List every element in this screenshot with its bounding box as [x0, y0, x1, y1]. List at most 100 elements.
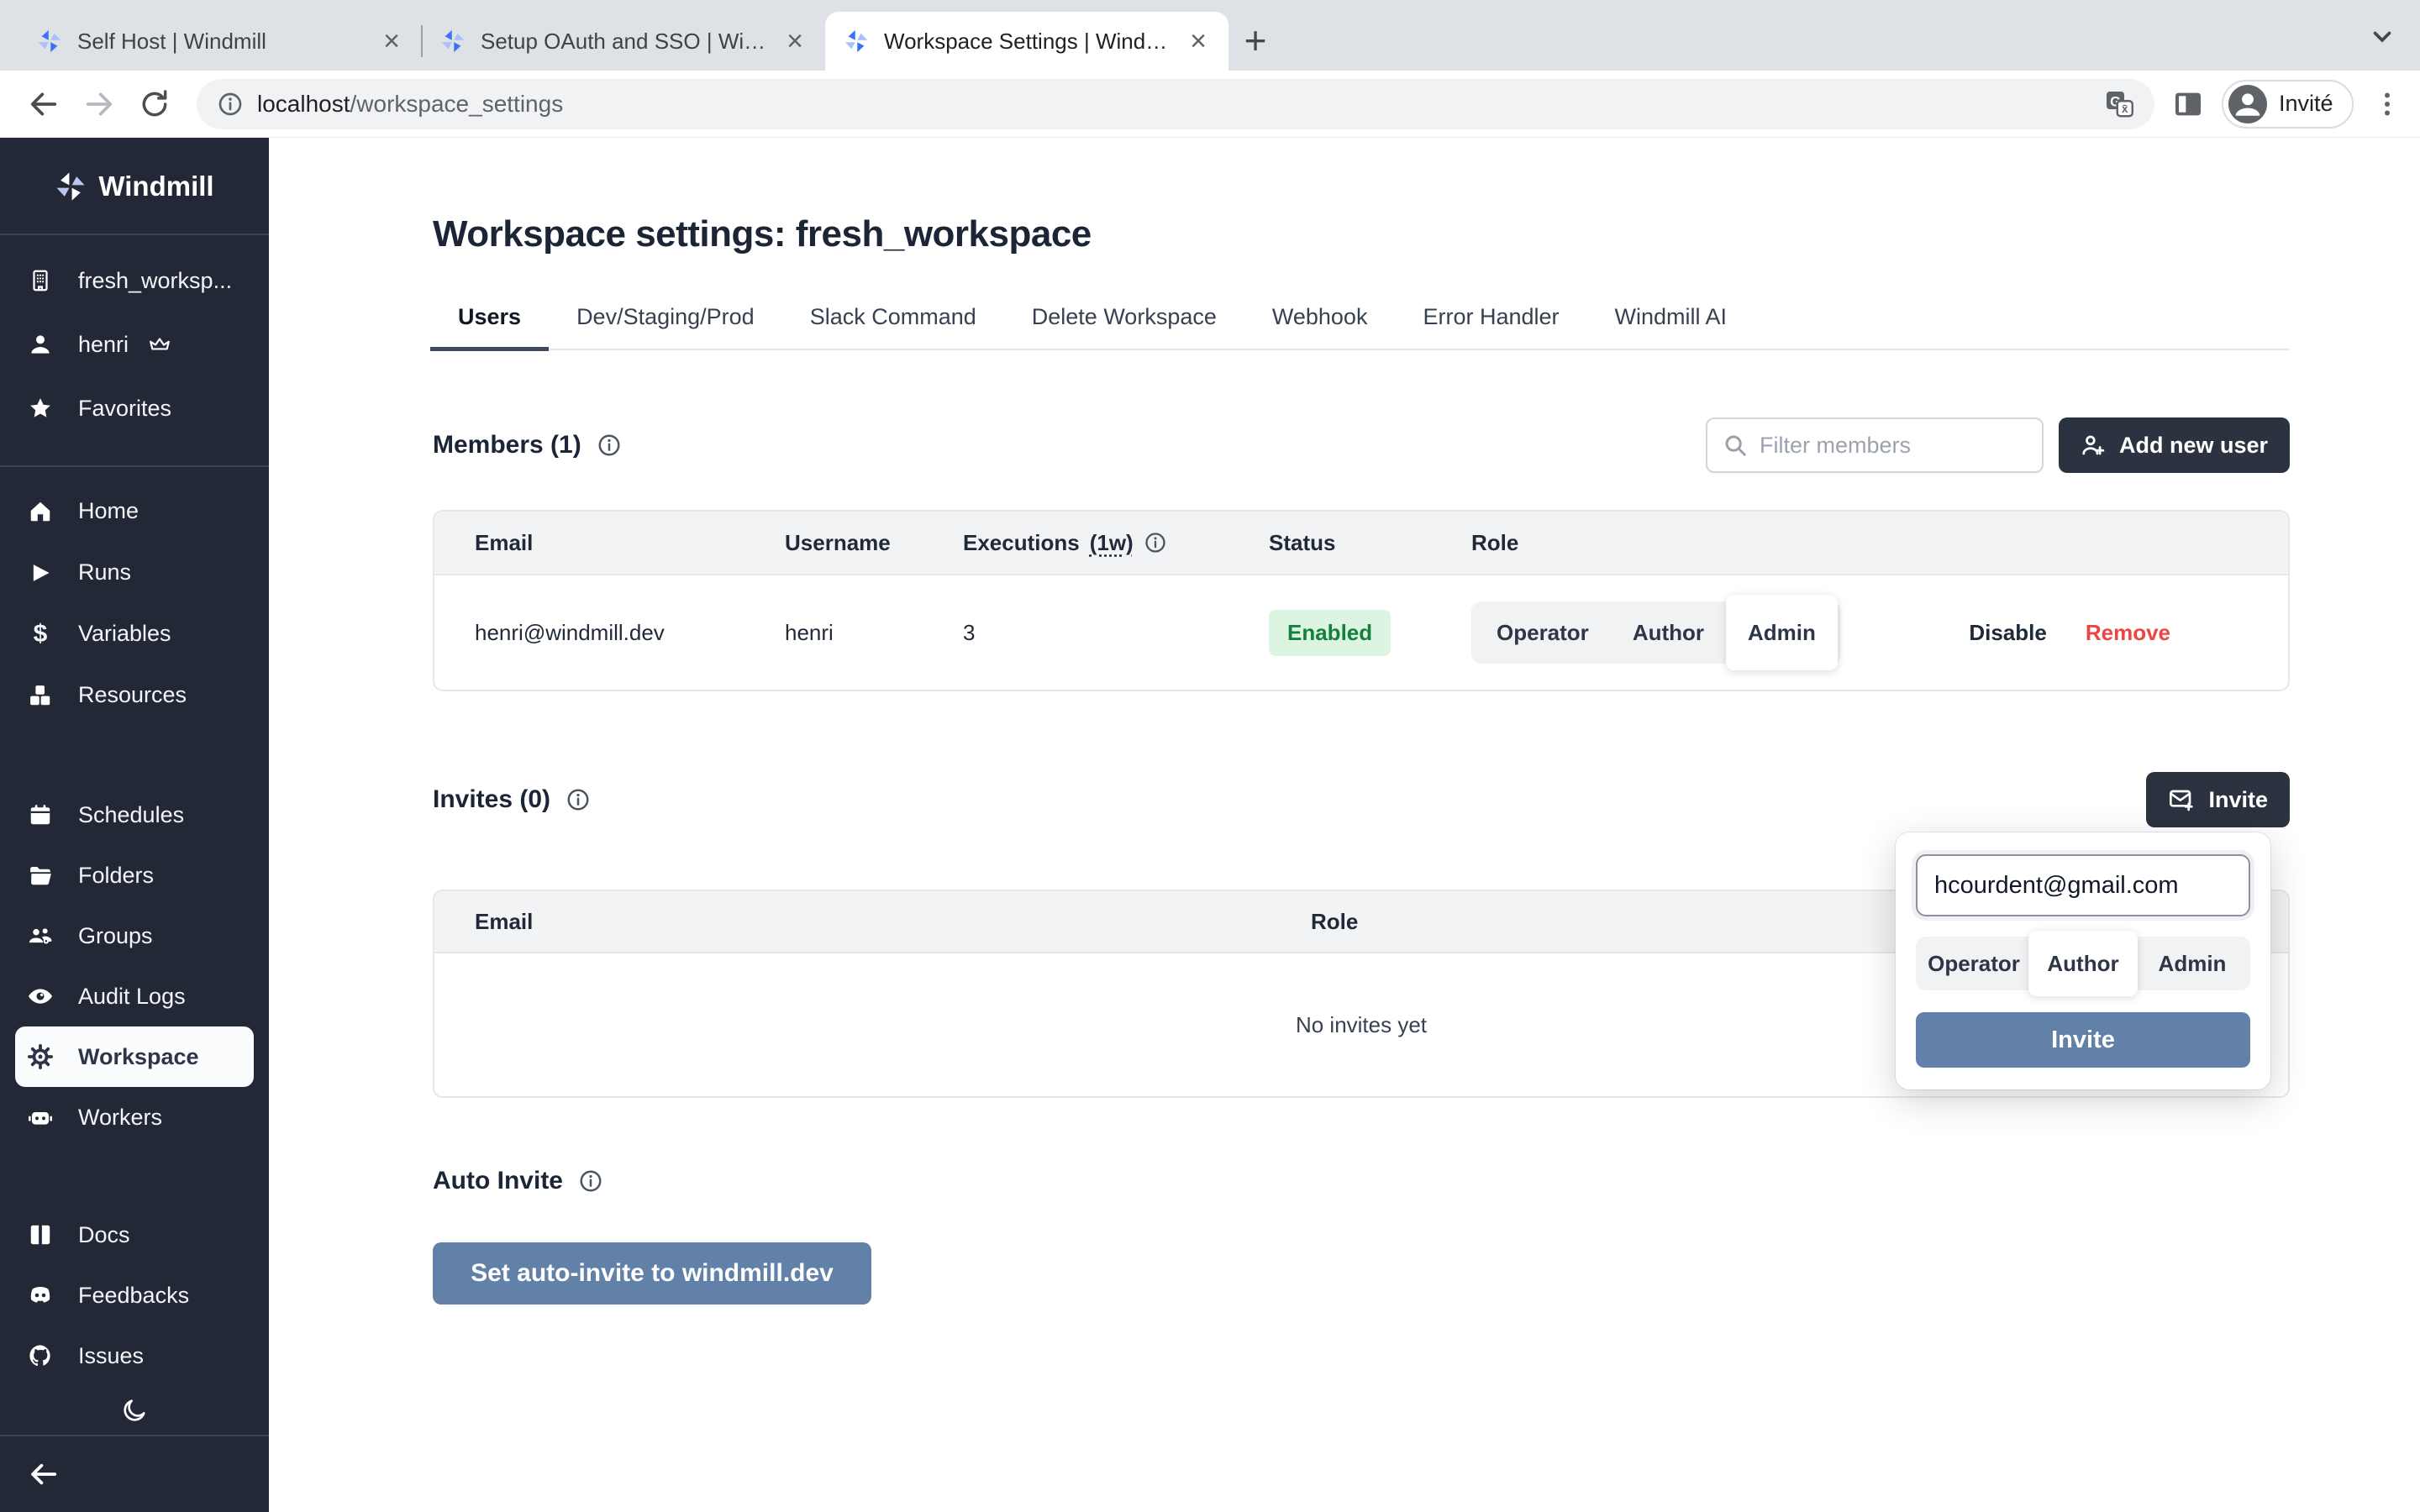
tab-delete-workspace[interactable]: Delete Workspace: [1004, 304, 1244, 349]
col-status: Status: [1269, 530, 1471, 556]
tab-error-handler[interactable]: Error Handler: [1395, 304, 1586, 349]
role-option-author[interactable]: Author: [1611, 601, 1726, 664]
tab-windmill-ai[interactable]: Windmill AI: [1587, 304, 1755, 349]
invite-email-input[interactable]: [1916, 854, 2250, 916]
role-option-author[interactable]: Author: [2028, 931, 2138, 996]
sidebar-item-workspace[interactable]: Workspace: [15, 1026, 254, 1087]
invite-popover: Operator Author Admin Invite: [1896, 832, 2270, 1089]
reload-icon[interactable]: [133, 82, 176, 126]
set-auto-invite-button[interactable]: Set auto-invite to windmill.dev: [433, 1242, 871, 1305]
book-icon: [27, 1221, 54, 1248]
info-circle-icon[interactable]: [1144, 531, 1167, 554]
tab-title: Setup OAuth and SSO | Windmill: [481, 29, 768, 55]
kebab-menu-icon[interactable]: [2365, 82, 2409, 126]
invites-section-header: Invites (0) Invite: [433, 772, 2290, 827]
col-email: Email: [475, 909, 1311, 935]
collapse-sidebar-arrow-left-icon[interactable]: [27, 1458, 59, 1490]
sidebar-item-workspace-switcher[interactable]: fresh_worksp...: [0, 249, 269, 312]
tab-users[interactable]: Users: [430, 304, 549, 349]
sidebar-item-workers[interactable]: Workers: [0, 1087, 269, 1147]
members-table-header: Email Username Executions (1w) Status Ro…: [434, 512, 2288, 575]
sidebar-item-label: Docs: [78, 1222, 130, 1248]
info-circle-icon[interactable]: [597, 433, 622, 458]
auto-invite-header: Auto Invite: [433, 1167, 2290, 1195]
windmill-favicon-icon: [440, 29, 466, 54]
close-icon[interactable]: ×: [380, 27, 403, 55]
tab-slack-command[interactable]: Slack Command: [782, 304, 1004, 349]
dark-mode-toggle-moon-icon[interactable]: [121, 1397, 148, 1424]
info-icon[interactable]: [217, 91, 244, 118]
sidebar-item-resources[interactable]: Resources: [0, 664, 269, 726]
sidebar-item-schedules[interactable]: Schedules: [0, 785, 269, 845]
sidebar-item-home[interactable]: Home: [0, 480, 269, 542]
sidebar-item-label: Feedbacks: [78, 1283, 189, 1309]
role-option-admin[interactable]: Admin: [2138, 937, 2247, 990]
user-icon: [27, 331, 54, 358]
forward-icon[interactable]: [77, 82, 121, 126]
sidebar-item-favorites[interactable]: Favorites: [0, 376, 269, 440]
member-role-segmented: Operator Author Admin: [1471, 601, 1841, 664]
members-table: Email Username Executions (1w) Status Ro…: [433, 510, 2290, 691]
user-plus-icon: [2081, 433, 2106, 458]
windmill-favicon-icon: [37, 29, 62, 54]
sidebar-item-groups[interactable]: Groups: [0, 906, 269, 966]
sidebar-item-user[interactable]: henri: [0, 312, 269, 376]
back-icon[interactable]: [22, 82, 66, 126]
side-panel-icon[interactable]: [2166, 82, 2210, 126]
windmill-logo-icon: [55, 171, 87, 202]
sidebar-item-audit-logs[interactable]: Audit Logs: [0, 966, 269, 1026]
profile-label: Invité: [2279, 91, 2333, 117]
info-circle-icon[interactable]: [566, 787, 591, 812]
role-option-admin[interactable]: Admin: [1726, 595, 1838, 670]
sidebar-item-folders[interactable]: Folders: [0, 845, 269, 906]
browser-tab-workspace-settings[interactable]: Workspace Settings | Windmill ×: [825, 12, 1228, 71]
url-text: localhost/workspace_settings: [257, 91, 2091, 118]
sidebar-item-label: Variables: [78, 621, 171, 647]
role-option-operator[interactable]: Operator: [1919, 937, 2028, 990]
sidebar-item-docs[interactable]: Docs: [0, 1205, 269, 1265]
tab-strip: Self Host | Windmill × Setup OAuth and S…: [0, 0, 2420, 71]
translate-icon[interactable]: Gx̄: [2104, 89, 2134, 119]
role-option-operator[interactable]: Operator: [1475, 601, 1611, 664]
tab-webhook[interactable]: Webhook: [1244, 304, 1396, 349]
home-icon: [27, 498, 54, 525]
crown-icon: [146, 331, 173, 358]
add-new-user-button[interactable]: Add new user: [2059, 417, 2290, 473]
sidebar-item-runs[interactable]: Runs: [0, 542, 269, 603]
invite-submit-button[interactable]: Invite: [1916, 1012, 2250, 1068]
sidebar-item-label: Audit Logs: [78, 984, 186, 1010]
profile-button[interactable]: Invité: [2222, 80, 2354, 129]
info-circle-icon[interactable]: [578, 1168, 603, 1194]
groups-icon: [27, 922, 54, 949]
member-row: henri@windmill.dev henri 3 Enabled Opera…: [434, 575, 2288, 690]
sidebar-item-label: henri: [78, 332, 129, 358]
sidebar-item-issues[interactable]: Issues: [0, 1326, 269, 1386]
member-executions: 3: [963, 620, 1269, 646]
chevron-down-icon[interactable]: [2368, 22, 2396, 50]
member-username: henri: [785, 620, 963, 646]
members-heading: Members (1): [433, 431, 581, 459]
sidebar-item-label: Favorites: [78, 396, 171, 422]
close-icon[interactable]: ×: [783, 27, 807, 55]
new-tab-button[interactable]: +: [1228, 13, 1282, 67]
tab-dev-staging-prod[interactable]: Dev/Staging/Prod: [549, 304, 782, 349]
app-logo[interactable]: Windmill: [0, 163, 269, 210]
close-icon[interactable]: ×: [1186, 27, 1210, 55]
address-bar[interactable]: localhost/workspace_settings Gx̄: [197, 79, 2154, 129]
remove-button[interactable]: Remove: [2086, 620, 2170, 646]
sidebar-item-variables[interactable]: $ Variables: [0, 603, 269, 664]
sidebar-item-feedbacks[interactable]: Feedbacks: [0, 1265, 269, 1326]
play-icon: [27, 559, 54, 586]
browser-tab-setup-oauth[interactable]: Setup OAuth and SSO | Windmill ×: [422, 12, 825, 71]
sidebar-item-label: Resources: [78, 682, 187, 708]
browser-tab-self-host[interactable]: Self Host | Windmill ×: [18, 12, 422, 71]
invite-button[interactable]: Invite: [2146, 772, 2290, 827]
member-email: henri@windmill.dev: [475, 620, 785, 646]
sidebar-item-label: Issues: [78, 1343, 144, 1369]
filter-members-input[interactable]: [1760, 433, 2027, 459]
sidebar-primary-nav: Home Runs $ Variables Resources: [0, 467, 269, 726]
invite-role-segmented: Operator Author Admin: [1916, 937, 2250, 990]
disable-button[interactable]: Disable: [1969, 620, 2047, 646]
col-executions: Executions (1w): [963, 530, 1269, 556]
tab-title: Self Host | Windmill: [77, 29, 365, 55]
